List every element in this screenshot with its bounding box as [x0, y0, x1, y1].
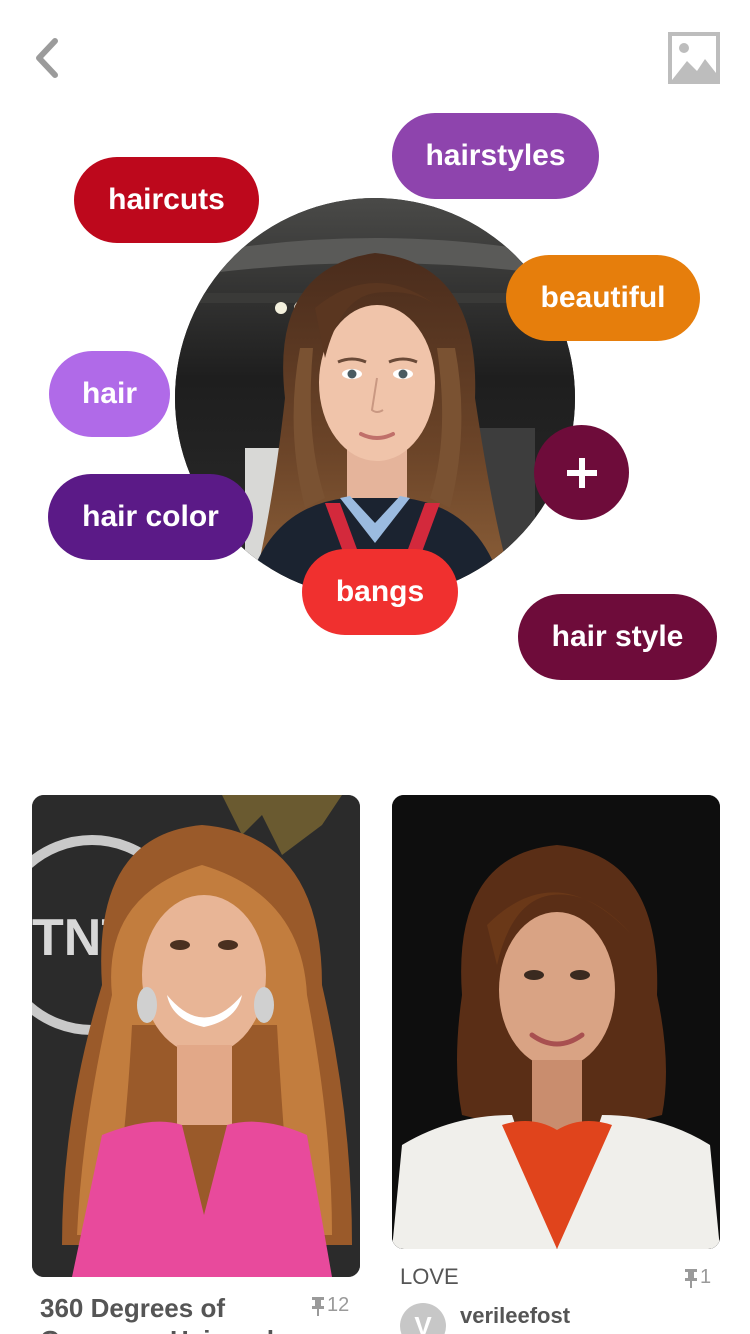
pin-image-2[interactable]	[392, 795, 720, 1249]
tag-haircuts[interactable]: haircuts	[74, 157, 259, 243]
tag-label: hair color	[82, 500, 219, 533]
pin-count-value: 12	[327, 1294, 350, 1316]
chevron-left-icon	[36, 38, 58, 78]
pin-description-text: LOVE	[400, 1264, 459, 1289]
username-text: verileefost	[460, 1303, 571, 1328]
pin-repin-count-2: 1	[684, 1266, 711, 1289]
tag-hairstyles[interactable]: hairstyles	[392, 113, 599, 199]
pin-icon	[685, 1268, 697, 1288]
tag-label: beautiful	[540, 281, 666, 314]
pin-description-2: LOVE	[400, 1264, 459, 1290]
image-button[interactable]	[667, 31, 721, 85]
visual-search-screen: haircuts hairstyles beautiful hair hair …	[0, 0, 750, 1334]
image-icon	[668, 32, 720, 84]
tag-hair-style[interactable]: hair style	[518, 594, 717, 680]
tag-beautiful[interactable]: beautiful	[506, 255, 700, 341]
pin-title-line: 360 Degrees of	[40, 1293, 225, 1323]
avatar[interactable]: V	[400, 1303, 446, 1334]
tag-label: haircuts	[108, 183, 225, 216]
portrait-illustration	[392, 795, 720, 1249]
tag-hair-color[interactable]: hair color	[48, 474, 253, 560]
pin-repin-count-1: 12	[311, 1294, 349, 1317]
tag-hair[interactable]: hair	[49, 351, 170, 437]
add-tag-button[interactable]	[534, 425, 629, 520]
back-button[interactable]	[24, 32, 68, 84]
pin-icon	[312, 1296, 324, 1316]
pin-title-1: 360 Degrees of Gorgeous Hair and	[40, 1292, 300, 1334]
plus-icon	[566, 457, 597, 488]
tag-label: hair style	[551, 620, 684, 653]
tag-label: bangs	[335, 575, 425, 608]
pinner-username[interactable]: verileefost	[460, 1303, 570, 1329]
pin-image-1[interactable]: TNT	[32, 795, 360, 1277]
pin-title-line: Gorgeous Hair and	[40, 1324, 300, 1334]
tag-bangs[interactable]: bangs	[302, 549, 458, 635]
avatar-letter: V	[414, 1310, 432, 1334]
tag-label: hairstyles	[425, 139, 566, 172]
portrait-illustration: TNT	[32, 795, 360, 1277]
tag-label: hair	[81, 377, 138, 410]
pin-count-value: 1	[700, 1266, 712, 1288]
